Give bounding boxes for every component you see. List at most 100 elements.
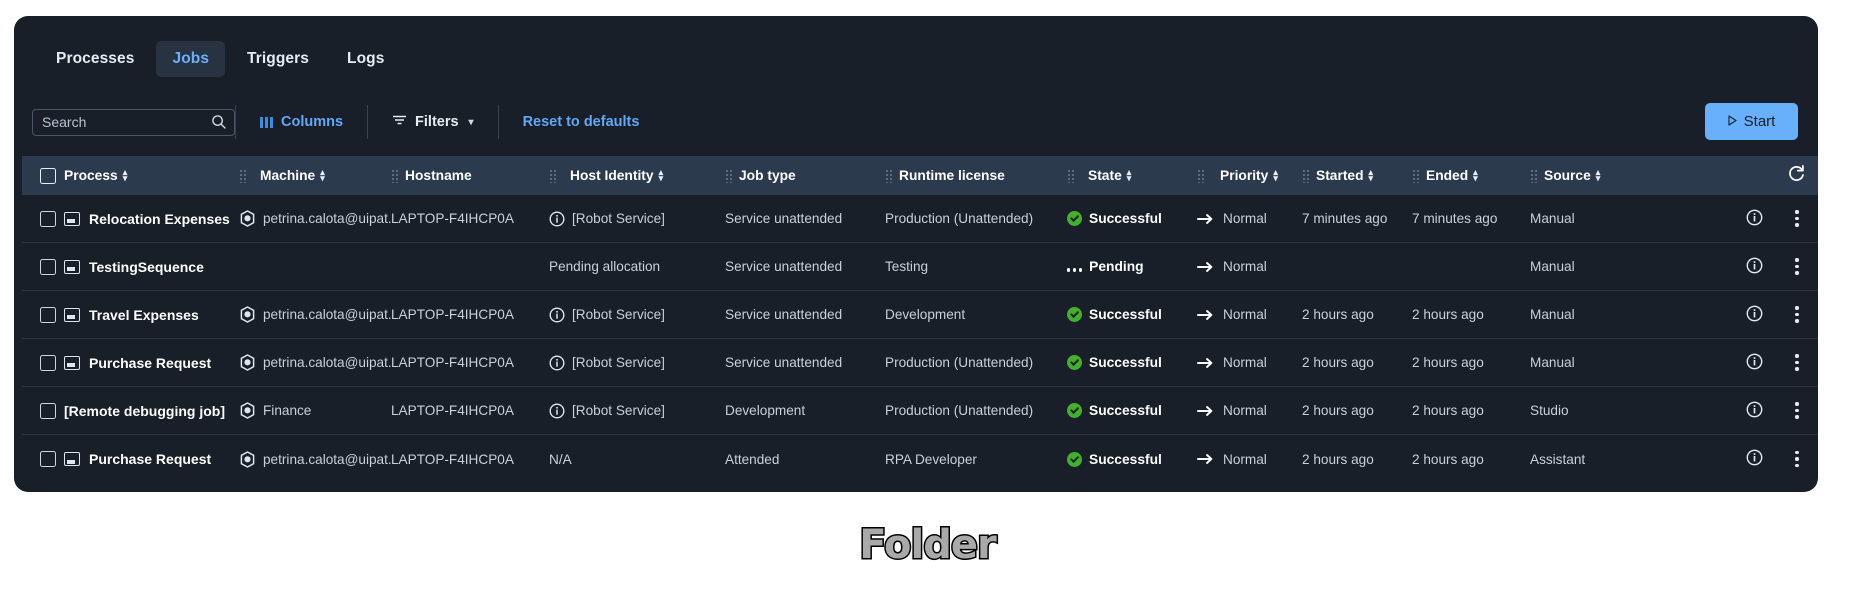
process-icon (64, 211, 80, 226)
column-resize-handle[interactable] (1412, 168, 1421, 183)
table-row[interactable]: Purchase Request petrina.calota@uipat...… (22, 435, 1818, 483)
row-checkbox[interactable] (40, 402, 56, 419)
column-header-source[interactable]: Source ▴ ▾ (1530, 167, 1630, 183)
column-header-process[interactable]: Process ▴ ▾ (64, 167, 239, 183)
sort-icon[interactable]: ▴ ▾ (1473, 167, 1478, 183)
row-info-button[interactable] (1732, 209, 1776, 229)
status-badge: Successful (1067, 355, 1162, 370)
table-row[interactable]: Relocation Expenses petrina.calota@uipat… (22, 195, 1818, 243)
runtime-license-value: RPA Developer (885, 451, 977, 467)
table-header-row: Process ▴ ▾ Machine ▴ ▾ Hostname Host Iden… (22, 156, 1818, 195)
row-checkbox[interactable] (40, 354, 56, 371)
column-header-state[interactable]: State ▴ ▾ (1067, 167, 1197, 183)
column-resize-handle[interactable] (1197, 168, 1206, 183)
column-resize-handle[interactable] (885, 168, 894, 183)
source-value: Assistant (1530, 451, 1586, 467)
column-header-machine[interactable]: Machine ▴ ▾ (239, 167, 391, 183)
cell-started: 7 minutes ago (1302, 211, 1412, 226)
select-all-checkbox[interactable] (40, 167, 56, 184)
column-header-priority[interactable]: Priority ▴ ▾ (1197, 167, 1302, 183)
column-resize-handle[interactable] (239, 168, 248, 183)
tab-processes[interactable]: Processes (40, 41, 150, 77)
cell-process: Purchase Request (64, 451, 239, 467)
row-menu-button[interactable] (1776, 354, 1818, 371)
refresh-button[interactable] (1774, 164, 1818, 187)
info-icon (1746, 257, 1763, 277)
row-select-cell[interactable] (22, 306, 64, 323)
column-resize-handle[interactable] (1302, 168, 1311, 183)
machine-icon (239, 210, 256, 227)
tab-jobs[interactable]: Jobs (156, 41, 226, 77)
row-menu-button[interactable] (1776, 210, 1818, 227)
column-header-started[interactable]: Started ▴ ▾ (1302, 167, 1412, 183)
sort-icon[interactable]: ▴ ▾ (1127, 167, 1132, 183)
sort-icon[interactable]: ▴ ▾ (659, 167, 664, 183)
tab-logs[interactable]: Logs (331, 41, 400, 77)
row-info-button[interactable] (1732, 449, 1776, 469)
sort-icon[interactable]: ▴ ▾ (1369, 167, 1374, 183)
table-row[interactable]: Travel Expenses petrina.calota@uipat... … (22, 291, 1818, 339)
sort-icon[interactable]: ▴ ▾ (123, 167, 128, 183)
column-resize-handle[interactable] (549, 168, 558, 183)
hostname-value: LAPTOP-F4IHCP0A (391, 307, 514, 322)
more-vertical-icon (1795, 450, 1799, 468)
cell-machine: petrina.calota@uipat... (239, 306, 391, 323)
row-select-cell[interactable] (22, 210, 64, 227)
row-checkbox[interactable] (40, 451, 56, 467)
row-info-button[interactable] (1732, 401, 1776, 421)
row-menu-button[interactable] (1776, 258, 1818, 275)
row-select-cell[interactable] (22, 258, 64, 275)
cell-source: Manual (1530, 259, 1630, 274)
cell-job-type: Service unattended (725, 307, 885, 322)
sort-icon[interactable]: ▴ ▾ (1596, 167, 1601, 183)
job-type-value: Service unattended (725, 259, 843, 274)
table-row[interactable]: [Remote debugging job] Finance LAPTOP-F4… (22, 387, 1818, 435)
sort-icon[interactable]: ▴ ▾ (1273, 167, 1278, 183)
more-vertical-icon (1795, 258, 1799, 275)
host-identity-value: [Robot Service] (572, 355, 665, 370)
sort-icon[interactable]: ▴ ▾ (320, 167, 325, 183)
column-resize-handle[interactable] (391, 168, 400, 183)
row-checkbox[interactable] (40, 306, 56, 323)
row-info-button[interactable] (1732, 257, 1776, 277)
ended-value: 2 hours ago (1412, 355, 1484, 370)
column-header-ended-label: Ended (1426, 168, 1469, 183)
table-row[interactable]: TestingSequence Pending allocation Servi… (22, 243, 1818, 291)
row-checkbox[interactable] (40, 258, 56, 275)
row-select-cell[interactable] (22, 402, 64, 419)
cell-priority: Normal (1197, 355, 1302, 370)
column-resize-handle[interactable] (1530, 168, 1539, 183)
column-header-job-type[interactable]: Job type (725, 168, 885, 183)
column-header-process-label: Process (64, 168, 118, 183)
select-all-cell[interactable] (22, 167, 64, 184)
row-info-button[interactable] (1732, 353, 1776, 373)
tab-triggers[interactable]: Triggers (231, 41, 325, 77)
status-label: Successful (1089, 355, 1162, 370)
column-header-host-identity[interactable]: Host Identity ▴ ▾ (549, 167, 725, 183)
column-header-ended[interactable]: Ended ▴ ▾ (1412, 167, 1530, 183)
row-info-button[interactable] (1732, 305, 1776, 325)
column-resize-handle[interactable] (1067, 168, 1076, 183)
row-checkbox[interactable] (40, 210, 56, 227)
start-button[interactable]: Start (1705, 103, 1798, 140)
table-row[interactable]: Purchase Request petrina.calota@uipat...… (22, 339, 1818, 387)
filters-button[interactable]: Filters ▾ (368, 105, 498, 139)
columns-button[interactable]: Columns (236, 105, 367, 139)
cell-ended: 2 hours ago (1412, 452, 1530, 467)
cell-runtime-license: Production (Unattended) (885, 211, 1067, 226)
row-select-cell[interactable] (22, 451, 64, 467)
info-icon (549, 354, 565, 371)
column-header-runtime-license[interactable]: Runtime license (885, 168, 1067, 183)
column-resize-handle[interactable] (725, 168, 734, 183)
folder-caption: Folder (858, 521, 998, 570)
info-icon (549, 210, 565, 227)
machine-name: Finance (263, 403, 312, 418)
reset-to-defaults-button[interactable]: Reset to defaults (499, 105, 664, 139)
search-input[interactable]: Search (32, 108, 235, 136)
row-menu-button[interactable] (1776, 306, 1818, 323)
row-menu-button[interactable] (1776, 402, 1818, 419)
row-menu-button[interactable] (1776, 450, 1818, 468)
column-header-hostname[interactable]: Hostname (391, 168, 549, 183)
row-select-cell[interactable] (22, 354, 64, 371)
cell-machine: petrina.calota@uipat... (239, 354, 391, 371)
